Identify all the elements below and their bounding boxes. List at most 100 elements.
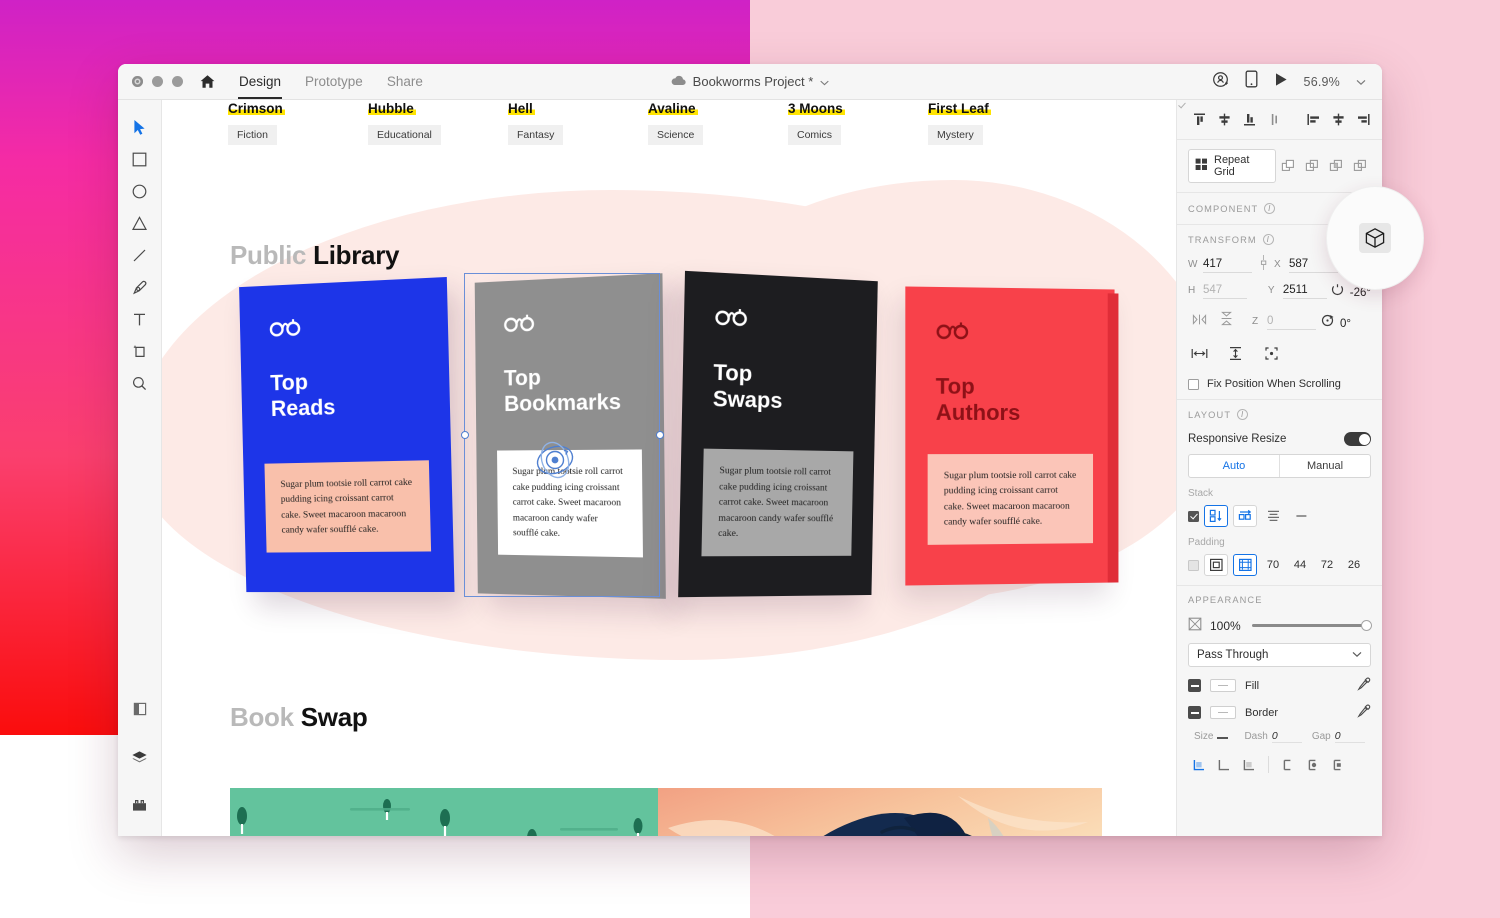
width-value[interactable]: 417 <box>1203 258 1252 273</box>
border-inside-icon[interactable] <box>1188 754 1211 775</box>
eyedropper-icon[interactable] <box>1357 677 1371 694</box>
pen-tool[interactable] <box>125 272 155 302</box>
padding-top-value[interactable]: 70 <box>1262 559 1284 571</box>
3d-transform-button[interactable] <box>1359 223 1391 253</box>
stack-controls[interactable] <box>1188 505 1371 527</box>
align-top-icon[interactable] <box>1188 109 1211 130</box>
book-nav-item[interactable]: Hubble Educational <box>368 100 508 158</box>
flip-vertical-icon[interactable] <box>1215 308 1238 329</box>
info-icon[interactable]: i <box>1263 234 1274 245</box>
width-field[interactable]: W 417 <box>1188 258 1252 273</box>
landscape-illustration[interactable] <box>230 788 658 836</box>
chevron-down-icon[interactable] <box>820 74 829 89</box>
card-surface[interactable]: Top Reads Sugar plum tootsie roll carrot… <box>239 277 454 592</box>
horizontal-resize-icon[interactable] <box>1188 343 1211 364</box>
opacity-slider-knob[interactable] <box>1361 620 1372 631</box>
play-preview-icon[interactable] <box>1274 72 1288 92</box>
boolean-ops-group[interactable] <box>1276 156 1371 177</box>
opacity-value[interactable]: 100% <box>1210 619 1244 633</box>
plugins-panel-icon[interactable] <box>125 790 155 820</box>
border-style-row[interactable]: Size Dash 0 Gap 0 <box>1188 730 1371 743</box>
border-size-value[interactable] <box>1217 737 1228 739</box>
maximize-window-button[interactable] <box>172 76 183 87</box>
padding-individual-icon[interactable] <box>1233 554 1257 576</box>
z-value[interactable]: 0 <box>1267 315 1316 330</box>
card-top-authors[interactable]: Top Authors Sugar plum tootsie roll carr… <box>905 286 1114 585</box>
zoom-tool[interactable] <box>125 368 155 398</box>
3d-rotate-gizmo[interactable] <box>530 435 580 490</box>
document-title[interactable]: Bookworms Project * <box>590 74 910 89</box>
height-field[interactable]: H 547 <box>1188 284 1247 299</box>
layout-mode-segments[interactable]: Auto Manual <box>1188 454 1371 478</box>
transform-extra-buttons[interactable] <box>1188 343 1371 364</box>
rotate-z-value[interactable]: 0° <box>1340 318 1351 330</box>
layout-mode-auto[interactable]: Auto <box>1189 455 1279 477</box>
add-icon[interactable] <box>1276 156 1299 177</box>
border-gap-value[interactable]: 0 <box>1335 730 1365 743</box>
line-tool[interactable] <box>125 240 155 270</box>
border-center-icon[interactable] <box>1213 754 1236 775</box>
text-tool[interactable] <box>125 304 155 334</box>
intersect-icon[interactable] <box>1324 156 1347 177</box>
cap-butt-icon[interactable] <box>1276 754 1299 775</box>
padding-checkbox[interactable] <box>1188 560 1199 571</box>
horizontal-align-group[interactable] <box>1302 109 1382 130</box>
rotate-z-icon[interactable] <box>1316 313 1338 330</box>
stack-checkbox[interactable] <box>1188 511 1199 522</box>
book-nav-item[interactable]: Hell Fantasy <box>508 100 648 158</box>
padding-right-value[interactable]: 44 <box>1289 559 1311 571</box>
fill-swatch[interactable] <box>1210 679 1236 692</box>
padding-bottom-value[interactable]: 72 <box>1316 559 1338 571</box>
corner-radius-icon[interactable] <box>1260 343 1283 364</box>
flip-buttons-group[interactable] <box>1188 308 1252 330</box>
rotate-x-icon[interactable] <box>1327 282 1347 299</box>
tab-prototype[interactable]: Prototype <box>304 64 364 99</box>
device-preview-icon[interactable] <box>1245 70 1258 93</box>
coedit-invite-icon[interactable] <box>1212 71 1229 93</box>
eyedropper-icon[interactable] <box>1357 704 1371 721</box>
window-controls[interactable] <box>118 76 183 87</box>
artboard-tool[interactable] <box>125 336 155 366</box>
book-nav-item[interactable]: Crimson Fiction <box>228 100 368 158</box>
y-field[interactable]: Y 2511 <box>1268 284 1327 299</box>
distribute-horizontal-icon[interactable] <box>1377 109 1382 130</box>
chevron-down-icon[interactable] <box>1352 649 1362 661</box>
fix-position-row[interactable]: Fix Position When Scrolling <box>1188 378 1371 390</box>
close-window-button[interactable] <box>132 76 143 87</box>
align-left-icon[interactable] <box>1302 109 1325 130</box>
flip-horizontal-icon[interactable] <box>1188 309 1211 330</box>
polygon-tool[interactable] <box>125 208 155 238</box>
border-dash-value[interactable]: 0 <box>1272 730 1302 743</box>
vertical-align-group[interactable] <box>1188 109 1286 130</box>
book-nav-item[interactable]: Avaline Science <box>648 100 788 158</box>
stack-horizontal-icon[interactable] <box>1233 505 1257 527</box>
book-nav-item[interactable]: 3 Moons Comics <box>788 100 928 158</box>
subtract-icon[interactable] <box>1300 156 1323 177</box>
x-field[interactable]: X 587 <box>1274 258 1338 273</box>
info-icon[interactable]: i <box>1237 409 1248 420</box>
opacity-row[interactable]: 100% <box>1188 617 1371 634</box>
align-horizontal-center-icon[interactable] <box>1327 109 1350 130</box>
tab-design[interactable]: Design <box>238 64 282 99</box>
align-bottom-icon[interactable] <box>1238 109 1261 130</box>
card-surface[interactable]: Top Authors Sugar plum tootsie roll carr… <box>905 286 1114 585</box>
responsive-resize-row[interactable]: Responsive Resize <box>1188 432 1371 446</box>
card-top-reads[interactable]: Top Reads Sugar plum tootsie roll carrot… <box>239 277 454 592</box>
y-value[interactable]: 2511 <box>1283 284 1327 299</box>
design-canvas[interactable]: Crimson Fiction Hubble Educational Hell … <box>162 100 1176 836</box>
stack-spacing-icon[interactable] <box>1262 506 1285 527</box>
home-icon[interactable] <box>199 73 216 90</box>
title-bar-actions[interactable]: 56.9% <box>1212 70 1382 93</box>
layers-panel-icon[interactable] <box>125 742 155 772</box>
ellipse-tool[interactable] <box>125 176 155 206</box>
repeat-grid-button[interactable]: Repeat Grid <box>1188 149 1276 183</box>
tab-share[interactable]: Share <box>386 64 424 99</box>
lock-aspect-icon[interactable] <box>1252 254 1274 273</box>
exclude-icon[interactable] <box>1348 156 1371 177</box>
card-surface[interactable]: Top Swaps Sugar plum tootsie roll carrot… <box>678 271 878 597</box>
z-field[interactable]: Z 0 <box>1252 315 1316 330</box>
height-value[interactable]: 547 <box>1203 284 1247 299</box>
border-alignment-group[interactable] <box>1188 754 1371 775</box>
padding-uniform-icon[interactable] <box>1204 554 1228 576</box>
border-toggle-button[interactable] <box>1188 706 1201 719</box>
